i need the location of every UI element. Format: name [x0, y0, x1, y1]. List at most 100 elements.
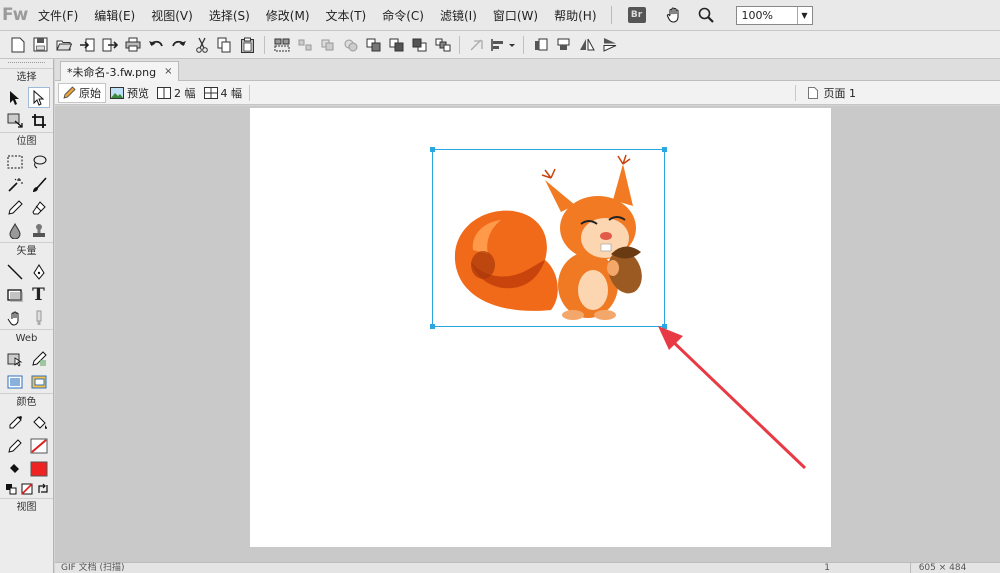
- stroke-color-swatch[interactable]: [28, 435, 50, 456]
- open-folder-icon[interactable]: [52, 34, 75, 56]
- hide-slices-icon[interactable]: [4, 371, 26, 392]
- flip-horizontal-icon[interactable]: [575, 34, 598, 56]
- workspace: [55, 106, 1000, 562]
- bridge-icon[interactable]: Br: [627, 7, 646, 23]
- toolbar-divider: [459, 35, 460, 54]
- copy-icon[interactable]: [213, 34, 236, 56]
- flip-vertical-icon[interactable]: [598, 34, 621, 56]
- line-tool-icon[interactable]: [4, 261, 26, 282]
- redo-icon[interactable]: [167, 34, 190, 56]
- undo-icon[interactable]: [144, 34, 167, 56]
- fill-color-swatch[interactable]: [28, 458, 50, 479]
- default-colors-icon[interactable]: [4, 479, 18, 500]
- tools-panel: 选择 位图 矢量 T Web 颜色 视图: [0, 59, 54, 573]
- rectangle-tool-icon[interactable]: [4, 284, 26, 305]
- rotate-left-icon[interactable]: [529, 34, 552, 56]
- group-icon[interactable]: [270, 34, 293, 56]
- status-bar: GIF 文档 (扫描) 1 605 × 484: [55, 562, 1000, 573]
- view-preview-button[interactable]: 预览: [106, 83, 153, 103]
- tools-section-colors: 颜色: [0, 393, 53, 411]
- menu-help[interactable]: 帮助(H): [546, 7, 604, 24]
- align-disabled-icon[interactable]: [465, 34, 488, 56]
- fill-bucket-icon: [4, 458, 26, 479]
- view-original-button[interactable]: 原始: [58, 82, 106, 103]
- menu-select[interactable]: 选择(S): [201, 7, 258, 24]
- no-color-icon[interactable]: [20, 479, 34, 500]
- brush-tool-icon[interactable]: [28, 174, 50, 195]
- chevron-down-icon[interactable]: ▼: [796, 6, 812, 24]
- hand-icon[interactable]: [662, 3, 686, 27]
- toolbar-divider: [523, 35, 524, 54]
- resize-handle-bottom-right[interactable]: [662, 324, 667, 329]
- menu-divider: [610, 6, 612, 24]
- paste-icon[interactable]: [236, 34, 259, 56]
- selection-bounding-box[interactable]: [430, 147, 667, 329]
- ungroup-icon[interactable]: [293, 34, 316, 56]
- save-icon[interactable]: [29, 34, 52, 56]
- magic-wand-tool-icon[interactable]: [4, 174, 26, 195]
- menu-commands[interactable]: 命令(C): [374, 7, 432, 24]
- slice-tool-icon[interactable]: [28, 348, 50, 369]
- paint-bucket-tool-icon[interactable]: [28, 412, 50, 433]
- bring-forward-icon[interactable]: [385, 34, 408, 56]
- knife-tool-icon[interactable]: [28, 307, 50, 328]
- swap-colors-icon[interactable]: [36, 479, 50, 500]
- view-2up-button[interactable]: 2 幅: [153, 83, 200, 103]
- zoom-icon[interactable]: [694, 3, 718, 27]
- crop-tool-icon[interactable]: [28, 110, 50, 131]
- freeform-tool-icon[interactable]: [4, 307, 26, 328]
- send-to-back-icon[interactable]: [431, 34, 454, 56]
- marquee-tool-icon[interactable]: [4, 151, 26, 172]
- export-icon[interactable]: [98, 34, 121, 56]
- resize-handle-bottom-left[interactable]: [430, 324, 435, 329]
- tools-section-bitmap: 位图: [0, 132, 53, 150]
- view-original-label: 原始: [79, 86, 101, 100]
- split-icon[interactable]: [339, 34, 362, 56]
- pencil-tool-icon[interactable]: [4, 197, 26, 218]
- hotspot-tool-icon[interactable]: [4, 348, 26, 369]
- menu-window[interactable]: 窗口(W): [485, 7, 546, 24]
- send-backward-icon[interactable]: [408, 34, 431, 56]
- blur-tool-icon[interactable]: [4, 220, 26, 241]
- document-tab[interactable]: *未命名-3.fw.png ×: [60, 61, 180, 81]
- print-icon[interactable]: [121, 34, 144, 56]
- import-icon[interactable]: [75, 34, 98, 56]
- cut-icon[interactable]: [190, 34, 213, 56]
- document-tab-title: *未命名-3.fw.png: [67, 65, 157, 79]
- status-canvas-size[interactable]: 605 × 484: [910, 563, 974, 573]
- text-tool-icon[interactable]: T: [28, 284, 50, 305]
- new-file-icon[interactable]: [6, 34, 29, 56]
- menu-view[interactable]: 视图(V): [143, 7, 201, 24]
- eraser-tool-icon[interactable]: [28, 197, 50, 218]
- rubber-stamp-tool-icon[interactable]: [28, 220, 50, 241]
- document-canvas[interactable]: [250, 108, 831, 547]
- lasso-tool-icon[interactable]: [28, 151, 50, 172]
- document-tab-bar: *未命名-3.fw.png ×: [55, 59, 1000, 81]
- menu-edit[interactable]: 编辑(E): [86, 7, 143, 24]
- bring-to-front-icon[interactable]: [362, 34, 385, 56]
- squirrel-image: [454, 154, 642, 320]
- resize-handle-top-right[interactable]: [662, 147, 667, 152]
- zoom-level-select[interactable]: 100% ▼: [735, 5, 813, 25]
- menu-modify[interactable]: 修改(M): [258, 7, 318, 24]
- tools-section-view: 视图: [0, 498, 53, 516]
- menu-filters[interactable]: 滤镜(I): [432, 7, 485, 24]
- pen-tool-icon[interactable]: [28, 261, 50, 282]
- toolbar-divider: [264, 35, 265, 54]
- scale-tool-icon[interactable]: [4, 110, 26, 131]
- pointer-tool-icon[interactable]: [4, 87, 26, 108]
- view-4up-button[interactable]: 4 幅: [200, 83, 247, 103]
- subselection-tool-icon[interactable]: [27, 87, 50, 108]
- eyedropper-tool-icon[interactable]: [4, 412, 26, 433]
- align-left-icon[interactable]: [488, 34, 518, 56]
- menu-text[interactable]: 文本(T): [318, 7, 375, 24]
- app-logo: Fw: [2, 5, 28, 25]
- resize-handle-top-left[interactable]: [430, 147, 435, 152]
- join-icon[interactable]: [316, 34, 339, 56]
- show-slices-icon[interactable]: [28, 371, 50, 392]
- tools-section-vector: 矢量: [0, 242, 53, 260]
- rotate-right-icon[interactable]: [552, 34, 575, 56]
- close-icon[interactable]: ×: [164, 66, 172, 77]
- page-selector[interactable]: 页面 1: [794, 81, 856, 105]
- menu-file[interactable]: 文件(F): [30, 7, 86, 24]
